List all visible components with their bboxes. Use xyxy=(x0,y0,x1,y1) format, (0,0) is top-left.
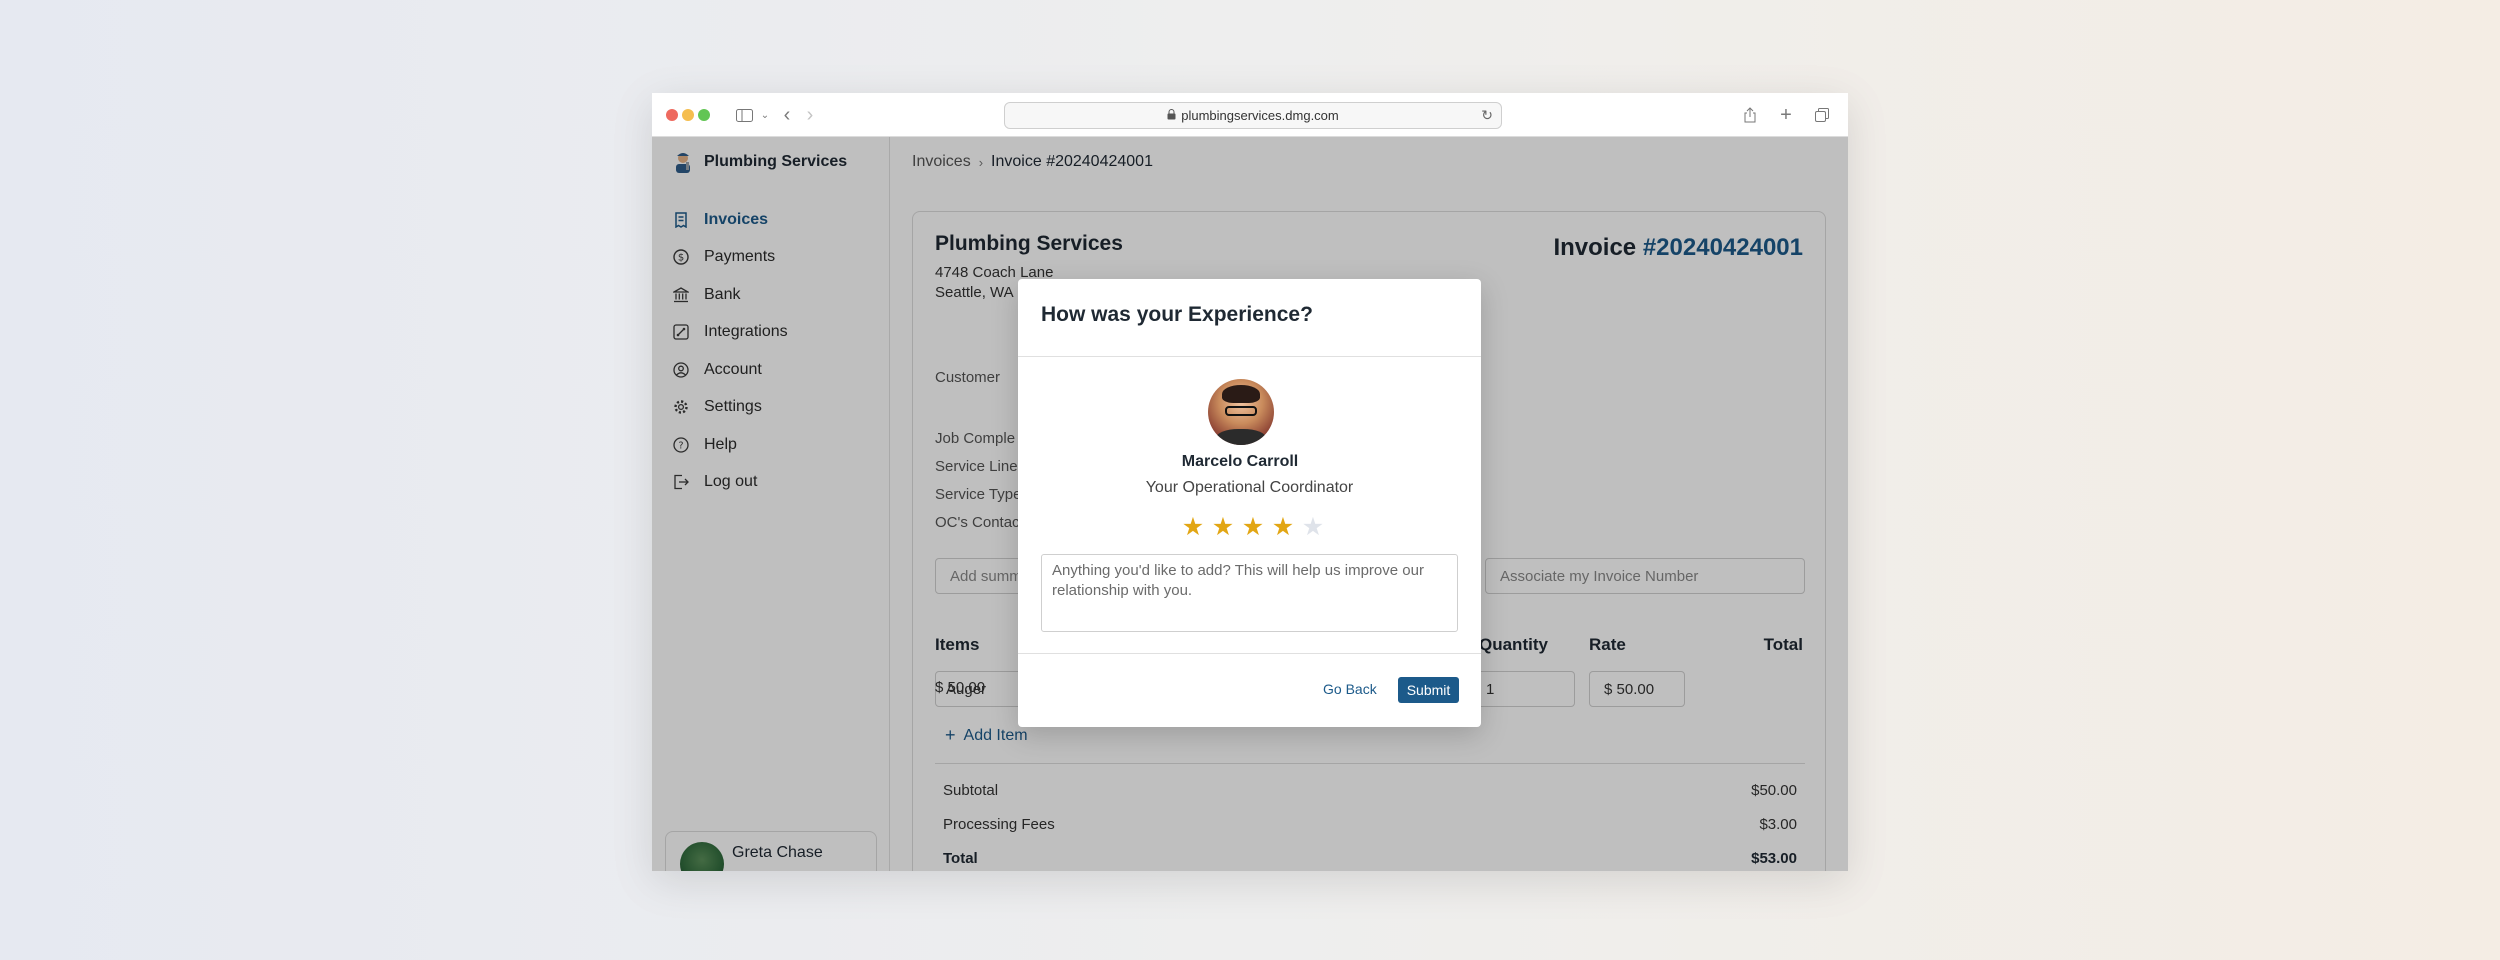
modal-title: How was your Experience? xyxy=(1041,303,1313,326)
feedback-textarea[interactable] xyxy=(1041,554,1458,632)
star-2-icon[interactable]: ★ xyxy=(1208,513,1238,541)
url-text: plumbingservices.dmg.com xyxy=(1181,108,1339,123)
sidebar-toggle-icon[interactable] xyxy=(734,103,754,127)
maximize-window-button[interactable] xyxy=(698,109,710,121)
modal-divider xyxy=(1018,356,1481,357)
new-tab-icon[interactable]: + xyxy=(1776,103,1796,127)
coordinator-name: Marcelo Carroll xyxy=(1181,453,1299,470)
coordinator-role: Your Operational Coordinator xyxy=(1145,479,1354,496)
lock-icon xyxy=(1167,108,1176,123)
modal-footer-divider xyxy=(1018,653,1481,654)
submit-button[interactable]: Submit xyxy=(1398,677,1459,703)
go-back-button[interactable]: Go Back xyxy=(1323,681,1377,697)
forward-arrow-icon[interactable]: › xyxy=(802,103,818,127)
chevron-down-icon[interactable]: ⌄ xyxy=(758,103,772,127)
star-4-icon[interactable]: ★ xyxy=(1268,513,1298,541)
coordinator-avatar xyxy=(1208,379,1274,445)
feedback-modal: How was your Experience? Marcelo Carroll… xyxy=(1018,279,1481,727)
minimize-window-button[interactable] xyxy=(682,109,694,121)
tabs-overview-icon[interactable] xyxy=(1812,103,1832,127)
address-bar[interactable]: plumbingservices.dmg.com ↻ xyxy=(1004,102,1502,129)
close-window-button[interactable] xyxy=(666,109,678,121)
share-icon[interactable] xyxy=(1740,103,1760,127)
star-rating[interactable]: ★ ★ ★ ★ ★ xyxy=(1178,513,1328,541)
star-5-icon[interactable]: ★ xyxy=(1298,513,1328,541)
browser-toolbar: ⌄ ‹ › plumbingservices.dmg.com ↻ + xyxy=(652,93,1848,137)
star-1-icon[interactable]: ★ xyxy=(1178,513,1208,541)
star-3-icon[interactable]: ★ xyxy=(1238,513,1268,541)
reload-icon[interactable]: ↻ xyxy=(1481,107,1493,124)
back-arrow-icon[interactable]: ‹ xyxy=(779,103,795,127)
